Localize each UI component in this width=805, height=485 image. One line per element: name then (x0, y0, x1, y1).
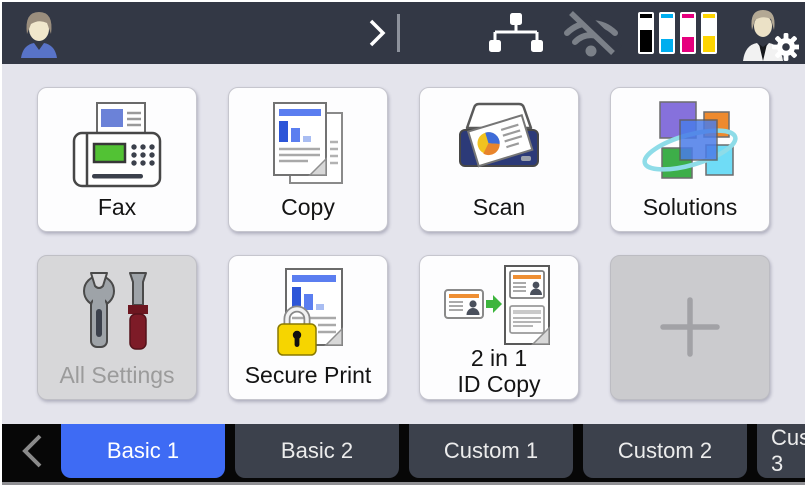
tile-label: 2 in 1 ID Copy (457, 346, 540, 398)
solutions-orbit-icon (638, 96, 742, 195)
chevron-left-icon (20, 432, 44, 470)
tab-label: Custom 1 (444, 438, 538, 464)
ink-cartridge-cyan (659, 12, 675, 54)
id-card-copy-icon (443, 264, 555, 346)
fax-machine-icon (67, 96, 167, 195)
tile-label: Solutions (643, 195, 738, 221)
tile-scan[interactable]: Scan (419, 87, 579, 232)
tile-solutions[interactable]: Solutions (610, 87, 770, 232)
tab-custom-3-partial[interactable]: Custom 3 (757, 424, 805, 478)
tile-copy[interactable]: Copy (228, 87, 388, 232)
wifi-disabled-icon[interactable] (560, 9, 622, 57)
tile-label: Fax (98, 195, 136, 221)
tab-label: Custom 3 (771, 425, 805, 477)
tile-label: Secure Print (245, 363, 372, 389)
ink-levels-indicator[interactable] (638, 12, 717, 54)
tile-add-shortcut[interactable] (610, 255, 770, 400)
tab-label: Basic 2 (281, 438, 353, 464)
document-lock-icon (258, 264, 358, 363)
tile-all-settings[interactable]: All Settings (37, 255, 197, 400)
tile-label: All Settings (59, 363, 174, 389)
ink-cartridge-black (638, 12, 654, 54)
user-avatar-icon[interactable] (16, 8, 62, 58)
wired-network-icon[interactable] (488, 11, 544, 55)
tab-label: Custom 2 (618, 438, 712, 464)
topbar-divider (397, 14, 400, 52)
tab-custom-1[interactable]: Custom 1 (409, 424, 573, 478)
tile-label: Scan (473, 195, 525, 221)
home-tab-bar: Basic 1 Basic 2 Custom 1 Custom 2 Custom… (2, 424, 805, 485)
ink-cartridge-yellow (701, 12, 717, 54)
ink-cartridge-magenta (680, 12, 696, 54)
tile-fax[interactable]: Fax (37, 87, 197, 232)
tile-label: Copy (281, 195, 335, 221)
tab-basic-2[interactable]: Basic 2 (235, 424, 399, 478)
copy-documents-icon (258, 96, 358, 195)
tab-custom-2[interactable]: Custom 2 (583, 424, 747, 478)
expand-panel-control[interactable] (368, 14, 400, 52)
tab-scroll-left-button[interactable] (2, 424, 61, 478)
chevron-right-icon (368, 17, 386, 49)
flatbed-scanner-icon (447, 96, 551, 195)
tile-secure-print[interactable]: Secure Print (228, 255, 388, 400)
tab-label: Basic 1 (107, 438, 179, 464)
home-tile-grid: Fax (2, 64, 805, 400)
tab-basic-1[interactable]: Basic 1 (61, 424, 225, 478)
wrench-screwdriver-icon (71, 264, 163, 363)
plus-icon (657, 264, 723, 389)
admin-user-settings-icon[interactable] (737, 5, 799, 61)
tile-2in1-id-copy[interactable]: 2 in 1 ID Copy (419, 255, 579, 400)
printer-touchscreen: Fax (0, 0, 805, 485)
top-status-bar (2, 2, 805, 64)
